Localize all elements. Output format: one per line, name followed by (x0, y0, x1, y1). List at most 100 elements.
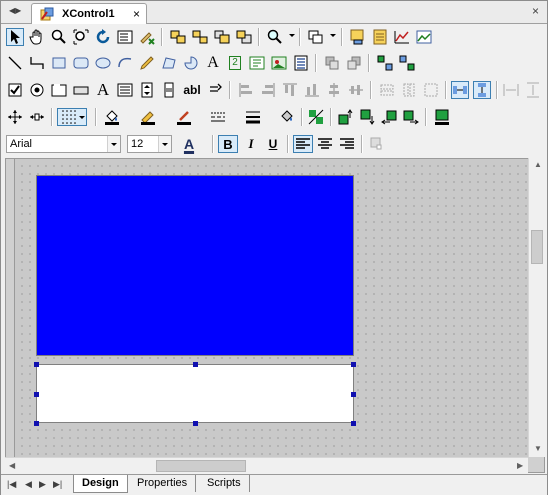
rectangle-tool-icon[interactable] (50, 54, 68, 72)
properties-icon[interactable] (349, 28, 367, 46)
pen-color-icon[interactable] (175, 108, 193, 126)
same-size-icon[interactable] (422, 81, 440, 99)
window-close-icon[interactable]: × (532, 4, 539, 18)
text-tool-icon[interactable]: A (204, 54, 222, 72)
line-tool-icon[interactable] (6, 54, 24, 72)
distribute-vertical-icon[interactable] (524, 81, 542, 99)
format-painter-icon[interactable] (367, 135, 385, 153)
group-icon[interactable] (169, 28, 187, 46)
text-field-icon[interactable] (248, 54, 266, 72)
center-vertical-icon[interactable] (325, 81, 343, 99)
align-bottom-edges-icon[interactable] (303, 81, 321, 99)
edit-clear-icon[interactable] (138, 28, 156, 46)
tab-xcontrol1[interactable]: XControl1 × (31, 3, 147, 24)
align-right-button[interactable] (337, 135, 357, 153)
resize-handle[interactable] (34, 392, 39, 397)
scroll-down-icon[interactable]: ▼ (534, 444, 542, 453)
database-icon[interactable] (371, 28, 389, 46)
tab-order-icon[interactable] (116, 28, 134, 46)
move-down-icon[interactable] (358, 108, 376, 126)
label-tool-icon[interactable]: A (94, 80, 112, 99)
move-up-icon[interactable] (336, 108, 354, 126)
pan-hand-icon[interactable] (28, 28, 46, 46)
resize-handle[interactable] (351, 362, 356, 367)
next-page-icon[interactable]: ▶ (39, 479, 46, 490)
pie-tool-icon[interactable] (182, 54, 200, 72)
fill-color-icon[interactable] (103, 108, 121, 126)
chart-icon[interactable] (393, 28, 411, 46)
bring-front-icon[interactable] (213, 28, 231, 46)
arc-tool-icon[interactable] (116, 54, 134, 72)
resize-icon[interactable] (28, 108, 46, 126)
center-horizontal-icon[interactable] (347, 81, 365, 99)
polygon-tool-icon[interactable] (160, 54, 178, 72)
last-page-icon[interactable]: ▶| (53, 479, 62, 490)
font-size-combo[interactable]: 12 (127, 135, 172, 153)
resize-handle[interactable] (351, 421, 356, 426)
align-left-edges-icon[interactable] (237, 81, 255, 99)
list-icon[interactable] (292, 54, 310, 72)
space-vertical-icon[interactable] (473, 81, 491, 99)
resize-handle[interactable] (351, 392, 356, 397)
picture-icon[interactable] (270, 54, 288, 72)
memo-tool-icon[interactable] (116, 81, 134, 99)
line-width-icon[interactable] (244, 108, 262, 126)
tab-scroll-left-icon[interactable]: ◀▶ (9, 6, 21, 15)
pencil-tool-icon[interactable] (138, 54, 156, 72)
resize-handle[interactable] (193, 362, 198, 367)
chevron-down-icon[interactable] (107, 136, 120, 152)
same-height-icon[interactable] (400, 81, 418, 99)
font-name-combo[interactable]: Arial (6, 135, 121, 153)
zoom-fit-icon[interactable] (72, 28, 90, 46)
previous-page-icon[interactable]: ◀ (25, 479, 32, 490)
scroll-right-icon[interactable]: ▶ (517, 461, 523, 470)
layers-icon[interactable] (307, 28, 325, 46)
align-right-edges-icon[interactable] (259, 81, 277, 99)
bold-button[interactable]: B (218, 135, 238, 153)
italic-button[interactable]: I (241, 135, 261, 153)
tab-design[interactable]: Design (73, 475, 128, 493)
spin-tool-icon[interactable] (138, 81, 156, 99)
horizontal-scrollbar[interactable]: ◀ ▶ (5, 457, 528, 474)
selected-rectangle-shape[interactable] (36, 364, 354, 423)
ellipse-tool-icon[interactable] (94, 54, 112, 72)
move-left-icon[interactable] (380, 108, 398, 126)
distribute-horizontal-icon[interactable] (502, 81, 520, 99)
move-icon[interactable] (6, 108, 24, 126)
blue-rectangle-shape[interactable] (36, 175, 354, 356)
align-top-edges-icon[interactable] (281, 81, 299, 99)
align-left-button[interactable] (293, 135, 313, 153)
tab-close-icon[interactable]: × (133, 7, 140, 21)
align-grid-icon[interactable] (376, 54, 394, 72)
refresh-icon[interactable] (94, 28, 112, 46)
scroll-up-icon[interactable]: ▲ (534, 160, 542, 169)
paste-format-icon[interactable] (345, 54, 363, 72)
send-back-icon[interactable] (235, 28, 253, 46)
resize-handle[interactable] (34, 421, 39, 426)
connector-tool-icon[interactable] (28, 54, 46, 72)
rounded-rect-tool-icon[interactable] (72, 54, 90, 72)
zoom-icon[interactable] (50, 28, 68, 46)
line-style-icon[interactable] (209, 108, 227, 126)
groupbox-tool-icon[interactable] (50, 81, 68, 99)
copy-format-icon[interactable] (323, 54, 341, 72)
image-icon[interactable] (415, 28, 433, 46)
chevron-down-icon[interactable] (158, 136, 171, 152)
flip-icon[interactable] (307, 108, 325, 126)
fill-style-icon[interactable] (278, 108, 296, 126)
vertical-scroll-thumb[interactable] (531, 230, 543, 264)
scroll-tool-icon[interactable] (160, 81, 178, 99)
same-width-icon[interactable] (378, 81, 396, 99)
snap-grid-icon[interactable] (398, 54, 416, 72)
textbox-tool-icon[interactable]: abl (182, 81, 202, 99)
scroll-left-icon[interactable]: ◀ (9, 461, 15, 470)
pointer-tool-icon[interactable] (6, 28, 24, 46)
button-tool-icon[interactable] (72, 81, 90, 99)
hyperlink-tool-icon[interactable] (206, 81, 224, 99)
tab-properties[interactable]: Properties (129, 475, 197, 492)
ungroup-icon[interactable] (191, 28, 209, 46)
checkbox-tool-icon[interactable] (6, 81, 24, 99)
number-field-icon[interactable]: 2 (226, 54, 244, 72)
vertical-scrollbar[interactable]: ▲ ▼ (528, 158, 546, 457)
first-page-icon[interactable]: |◀ (7, 479, 16, 490)
